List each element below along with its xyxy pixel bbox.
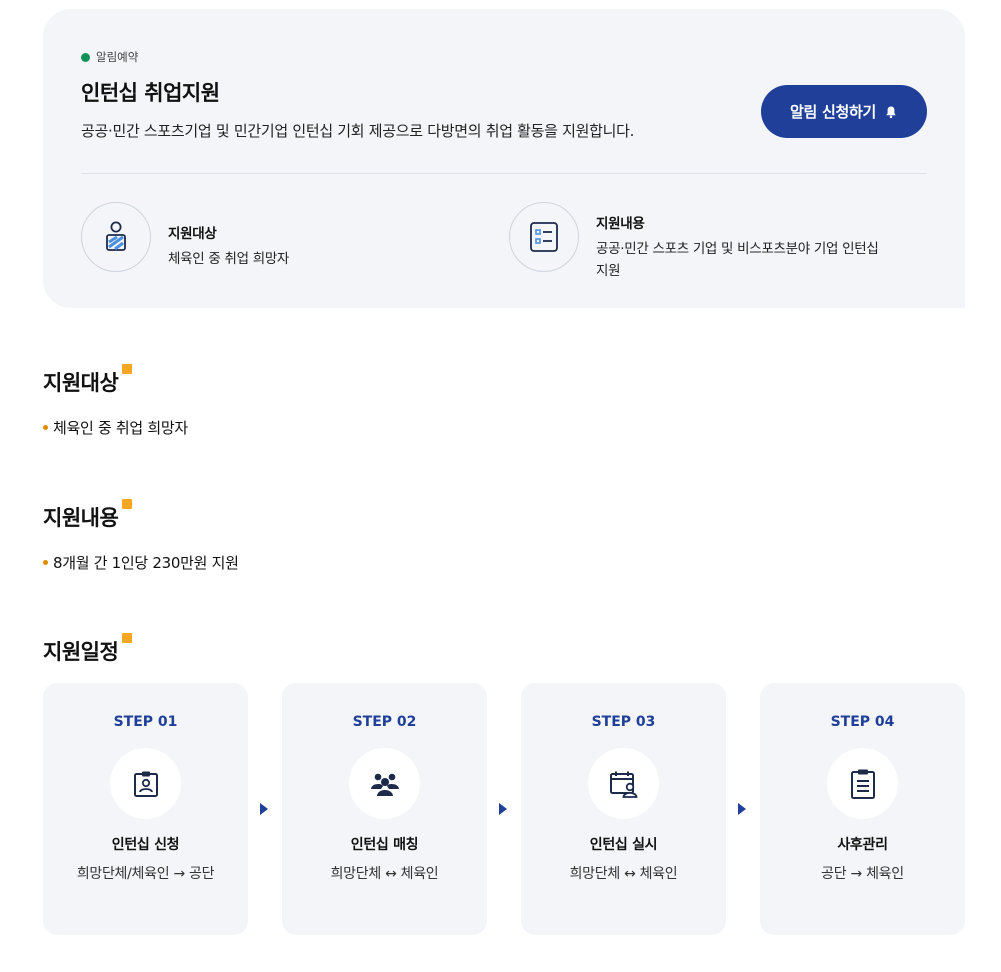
step-name: 인턴십 매칭 (350, 837, 419, 853)
chevron-right-icon (499, 803, 507, 815)
section-title-text: 지원내용 (43, 506, 119, 530)
list-item: 8개월 간 1인당 230만원 지원 (43, 552, 239, 573)
status-dot (81, 52, 90, 62)
bullet (43, 560, 48, 565)
info-content: 지원내용 공공·민간 스포츠 기업 및 비스포츠분야 기업 인턴십 지원 (509, 202, 879, 282)
target-label: 지원대상 (168, 226, 217, 242)
status-badge: 알림예약 (81, 49, 138, 65)
step-label: STEP 04 (830, 714, 895, 730)
program-title: 인턴십 취업지원 (81, 81, 220, 105)
step-name: 인턴십 실시 (589, 837, 658, 853)
target-value: 체육인 중 취업 희망자 (168, 251, 290, 267)
section-title: 지원내용 (43, 499, 133, 532)
section-title: 지원대상 (43, 364, 133, 397)
step-label: STEP 01 (113, 714, 178, 730)
bullet (43, 425, 48, 430)
notify-button[interactable]: 알림 신청하기 (761, 85, 927, 138)
step-label: STEP 02 (352, 714, 417, 730)
step-desc: 공단 → 체육인 (821, 866, 904, 882)
calendar-person-icon (588, 748, 659, 819)
title-marker (122, 364, 133, 374)
clipboard-icon (827, 748, 898, 819)
notify-button-label: 알림 신청하기 (790, 103, 876, 121)
step-desc: 희망단체/체육인 → 공단 (76, 866, 215, 882)
step-card-2: STEP 02 인턴십 매칭 희망단체 ↔ 체육인 (282, 683, 487, 935)
person-badge-icon (81, 202, 151, 272)
status-label: 알림예약 (96, 50, 139, 64)
group-icon (349, 748, 420, 819)
step-card-4: STEP 04 사후관리 공단 → 체육인 (760, 683, 965, 935)
section-title: 지원일정 (43, 633, 133, 666)
section-content: 지원내용 8개월 간 1인당 230만원 지원 (43, 499, 239, 572)
chevron-right-icon (260, 803, 268, 815)
list-item-text: 8개월 간 1인당 230만원 지원 (53, 554, 239, 572)
list-item-text: 체육인 중 취업 희망자 (53, 419, 188, 437)
info-target: 지원대상 체육인 중 취업 희망자 (81, 202, 289, 272)
section-schedule: 지원일정 (43, 633, 133, 666)
section-target: 지원대상 체육인 중 취업 희망자 (43, 364, 188, 437)
section-title-text: 지원대상 (43, 371, 119, 395)
title-marker (122, 499, 133, 509)
content-value-line2: 지원 (596, 263, 621, 279)
section-title-text: 지원일정 (43, 640, 119, 664)
step-name: 인턴십 신청 (111, 837, 180, 853)
id-card-icon (110, 748, 181, 819)
chevron-right-icon (738, 803, 746, 815)
step-card-3: STEP 03 인턴십 실시 희망단체 ↔ 체육인 (521, 683, 726, 935)
divider (81, 173, 927, 174)
list-item: 체육인 중 취업 희망자 (43, 417, 188, 438)
content-value-line1: 공공·민간 스포츠 기업 및 비스포츠분야 기업 인턴십 (596, 241, 879, 257)
step-desc: 희망단체 ↔ 체육인 (569, 866, 678, 882)
step-label: STEP 03 (591, 714, 656, 730)
step-name: 사후관리 (837, 837, 888, 853)
program-card: 알림예약 인턴십 취업지원 공공·민간 스포츠기업 및 민간기업 인턴십 기회 … (43, 9, 965, 308)
step-card-1: STEP 01 인턴십 신청 희망단체/체육인 → 공단 (43, 683, 248, 935)
step-desc: 희망단체 ↔ 체육인 (330, 866, 439, 882)
program-description: 공공·민간 스포츠기업 및 민간기업 인턴십 기회 제공으로 다방면의 취업 활… (81, 122, 635, 140)
content-label: 지원내용 (596, 216, 645, 232)
title-marker (122, 633, 133, 643)
bell-icon (886, 106, 896, 118)
list-icon (509, 202, 579, 272)
